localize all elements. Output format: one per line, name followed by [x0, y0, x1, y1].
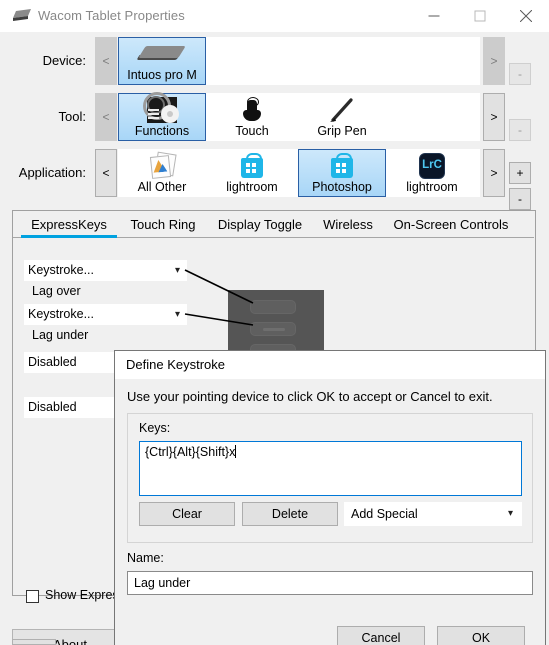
device-prev-button[interactable]: < [95, 37, 117, 85]
tool-item-touch[interactable]: Touch [208, 93, 296, 141]
pen-icon [299, 97, 385, 123]
ok-button[interactable]: OK [437, 626, 525, 645]
application-item-label: lightroom [406, 180, 458, 194]
expresskey-1-dropdown[interactable]: Keystroke... ▾ [24, 260, 187, 281]
tablet-icon [12, 8, 32, 22]
application-item-label: Photoshop [312, 180, 372, 194]
tool-row-label: Tool: [58, 109, 86, 124]
application-item-lightroom-classic[interactable]: LrC lightroom [388, 149, 476, 197]
add-special-value: Add Special [351, 507, 418, 521]
dialog-footer: Cancel OK [115, 614, 545, 645]
cancel-button[interactable]: Cancel [337, 626, 425, 645]
tab-on-screen-controls[interactable]: On-Screen Controls [383, 213, 519, 238]
application-add-button[interactable]: + [509, 162, 531, 184]
keys-label: Keys: [139, 421, 171, 435]
chevron-down-icon: ▾ [507, 508, 513, 519]
wacom-tablet-properties-window: Wacom Tablet Properties Device: < Intuos… [0, 0, 549, 645]
keys-input[interactable]: {Ctrl}{Alt}{Shift}x [139, 441, 522, 496]
device-item-label: Intuos pro M [127, 68, 197, 82]
expresskey-2-name: Lag under [32, 328, 89, 342]
tab-expresskeys[interactable]: ExpressKeys [21, 213, 117, 238]
application-item-label: All Other [137, 180, 187, 194]
tool-item-label: Grip Pen [317, 124, 367, 138]
checkbox-box [26, 590, 39, 603]
device-remove-button[interactable]: - [509, 63, 531, 85]
application-row-label: Application: [18, 165, 86, 180]
store-bag-icon [209, 153, 295, 179]
title-bar: Wacom Tablet Properties [0, 0, 549, 32]
tool-item-label: Functions [134, 124, 190, 138]
functions-icon [119, 92, 205, 123]
tool-item-strip: Functions Touch Grip Pen [118, 92, 480, 141]
tool-item-label: Touch [235, 124, 269, 138]
name-label: Name: [127, 551, 164, 565]
tab-touch-ring[interactable]: Touch Ring [121, 213, 205, 238]
text-caret [235, 445, 237, 458]
device-next-button[interactable]: > [483, 37, 505, 85]
application-item-photoshop[interactable]: Photoshop [298, 149, 386, 197]
window-title: Wacom Tablet Properties [38, 8, 185, 23]
delete-button[interactable]: Delete [242, 502, 338, 526]
device-row-label: Device: [42, 53, 86, 68]
touch-icon [209, 97, 295, 123]
application-next-button[interactable]: > [483, 149, 505, 197]
application-prev-button[interactable]: < [95, 149, 117, 197]
expresskey-2-value: Keystroke... [28, 307, 94, 321]
add-special-dropdown[interactable]: Add Special ▾ [344, 502, 522, 526]
all-other-icon [119, 151, 205, 179]
window-client-area: Device: < Intuos pro M > - Tool: < Funct… [0, 32, 549, 645]
tool-row: Tool: < Functions Touch Grip Pen > - [0, 89, 549, 145]
clear-button[interactable]: Clear [139, 502, 235, 526]
lrc-icon: LrC [389, 153, 475, 179]
tool-prev-button[interactable]: < [95, 93, 117, 141]
expresskey-2-dropdown[interactable]: Keystroke... ▾ [24, 304, 187, 325]
dialog-title-bar: Define Keystroke [115, 351, 545, 379]
tool-item-functions[interactable]: Functions [118, 92, 206, 141]
expresskey-1-name: Lag over [32, 284, 81, 298]
tool-remove-button[interactable]: - [509, 119, 531, 141]
tool-next-button[interactable]: > [483, 93, 505, 141]
application-item-all-other[interactable]: All Other [118, 149, 206, 197]
maximize-button[interactable] [457, 0, 503, 31]
store-bag-icon [299, 153, 385, 179]
minimize-button[interactable] [411, 0, 457, 31]
keys-value: {Ctrl}{Alt}{Shift}x [145, 445, 236, 459]
expresskey-4-value: Disabled [28, 400, 77, 414]
device-item-intuos-pro-m[interactable]: Intuos pro M [118, 37, 206, 85]
keys-group: Keys: {Ctrl}{Alt}{Shift}x Clear Delete A… [127, 413, 533, 543]
tablet-icon [119, 41, 205, 67]
name-input[interactable]: Lag under [127, 571, 533, 595]
define-keystroke-dialog: Define Keystroke Use your pointing devic… [114, 350, 546, 645]
tab-strip: ExpressKeys Touch Ring Display Toggle Wi… [13, 211, 535, 239]
tool-item-grip-pen[interactable]: Grip Pen [298, 93, 386, 141]
dialog-title: Define Keystroke [126, 357, 225, 372]
tab-wireless[interactable]: Wireless [315, 213, 381, 238]
application-remove-button[interactable]: - [509, 188, 531, 210]
expresskey-3-value: Disabled [28, 355, 77, 369]
device-row: Device: < Intuos pro M > - [0, 33, 549, 89]
close-button[interactable] [503, 0, 549, 31]
application-item-strip: All Other lightroom Photoshop LrC lightr… [118, 149, 480, 197]
application-item-lightroom-store[interactable]: lightroom [208, 149, 296, 197]
keys-value-wrap: {Ctrl}{Alt}{Shift}x [145, 445, 237, 459]
application-item-label: lightroom [226, 180, 278, 194]
bottom-button-partial-1[interactable] [12, 639, 56, 645]
name-value: Lag under [134, 576, 191, 590]
show-express-label: Show Express [45, 588, 125, 602]
dialog-message: Use your pointing device to click OK to … [127, 389, 493, 404]
application-row: Application: < All Other lightroom Photo… [0, 145, 549, 210]
expresskey-1-value: Keystroke... [28, 263, 94, 277]
tab-display-toggle[interactable]: Display Toggle [207, 213, 313, 238]
device-item-strip: Intuos pro M [118, 37, 480, 85]
